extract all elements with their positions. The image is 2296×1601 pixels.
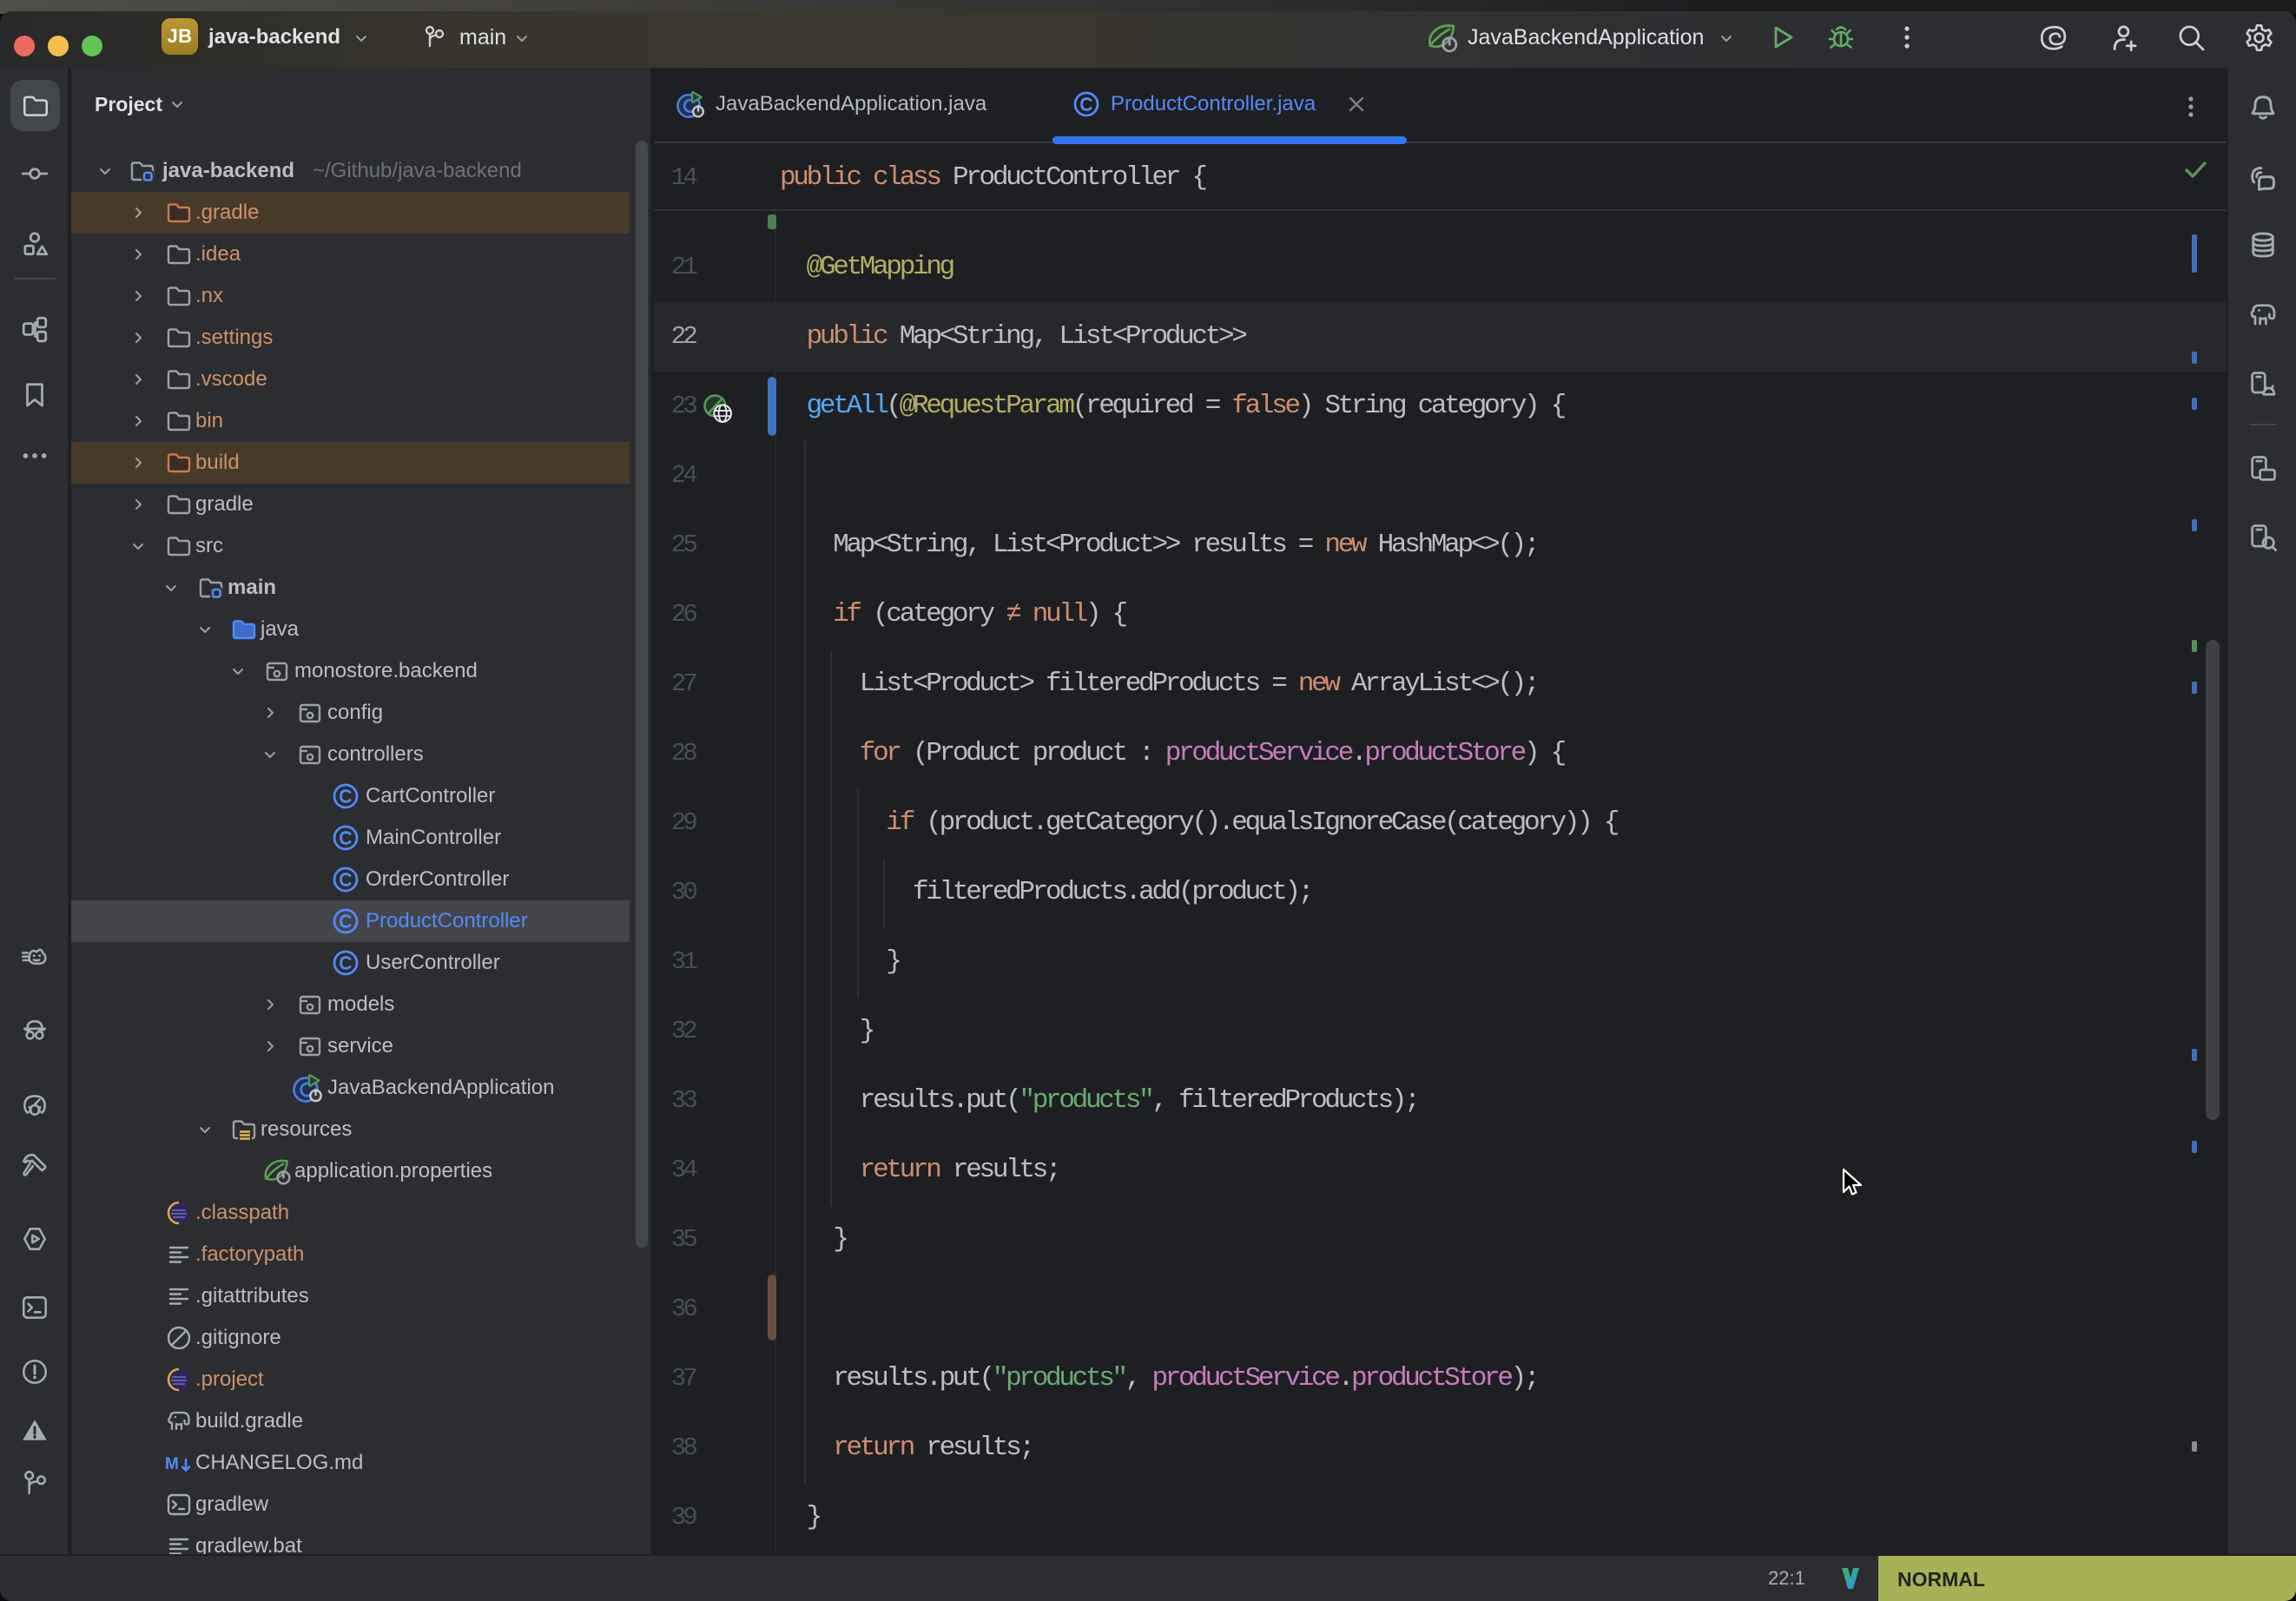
svg-text:M: M bbox=[165, 1455, 179, 1473]
